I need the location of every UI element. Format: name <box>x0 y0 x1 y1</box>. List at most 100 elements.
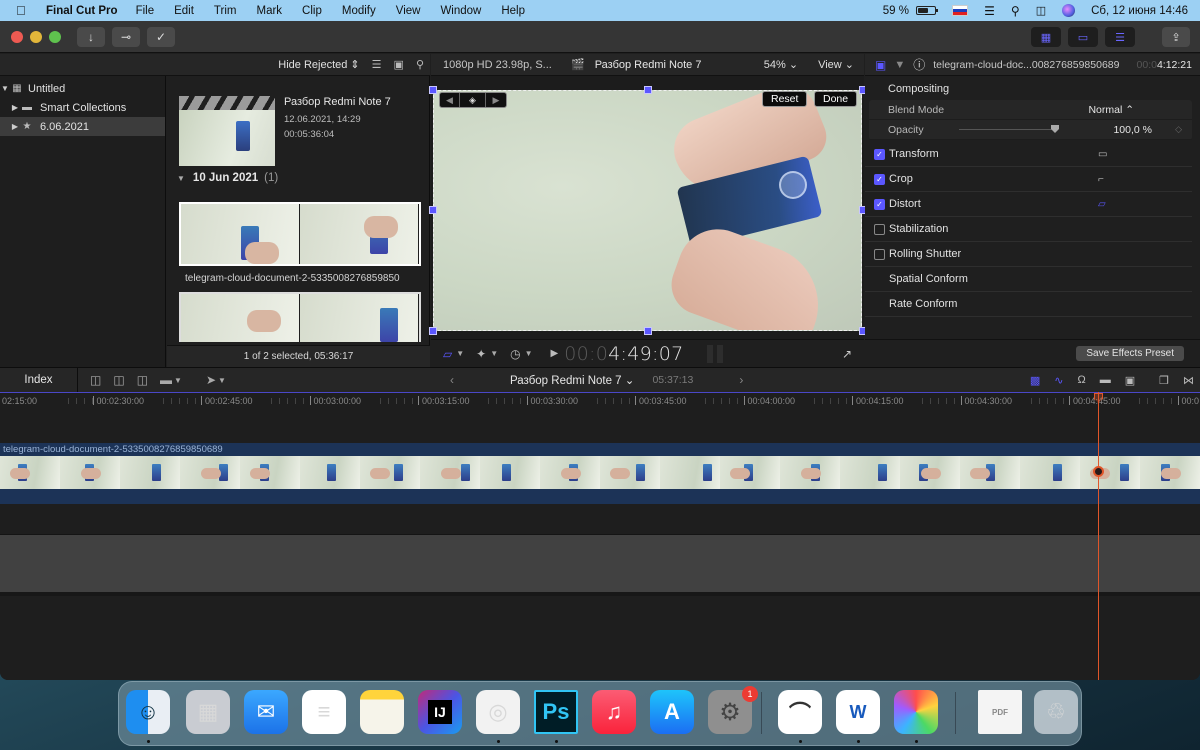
select-tool-arrow-icon[interactable]: ➤ <box>206 373 216 387</box>
dock-trash-icon[interactable]: ♲ <box>1034 690 1078 734</box>
background-tasks-button[interactable]: ✓ <box>147 26 175 47</box>
distort-icon[interactable]: ▱ <box>1098 199 1106 210</box>
dock-photoshop-icon[interactable]: Ps <box>534 690 578 734</box>
index-button[interactable]: Index <box>0 367 78 393</box>
dock-notes-icon[interactable] <box>360 690 404 734</box>
add-keyframe-button[interactable]: ◈ <box>460 93 486 107</box>
video-inspector-icon[interactable]: ▣ <box>875 58 886 72</box>
effect-checkbox[interactable]: ✓ <box>874 148 885 160</box>
effect-checkbox[interactable]: ✓ <box>874 198 885 210</box>
chevron-down-icon[interactable]: ▼ <box>174 376 182 385</box>
crop-handle-bottom[interactable] <box>644 327 652 335</box>
effect-row-crop[interactable]: ✓ Crop ⌐ <box>865 167 1192 192</box>
play-icon[interactable]: ▶ <box>551 348 559 359</box>
show-inspector-button[interactable]: ☰ <box>1105 27 1135 47</box>
crop-icon[interactable]: ⌐ <box>1098 174 1104 185</box>
event-6-06-2021[interactable]: ▶ ★ 6.06.2021 <box>0 117 165 136</box>
siri-icon[interactable] <box>1062 4 1076 17</box>
timeline-index-window-icon[interactable]: ❐ <box>1159 374 1169 387</box>
project-format[interactable]: 1080p HD 23.98p, S... <box>443 59 563 71</box>
import-button[interactable]: ↓ <box>77 26 105 47</box>
show-browser-button[interactable]: ▦ <box>1031 27 1061 47</box>
dock-microsoft-word-icon[interactable]: W <box>836 690 880 734</box>
effect-row-rate-conform[interactable]: Rate Conform <box>865 292 1192 317</box>
chevron-down-icon[interactable]: ▼ <box>525 349 533 358</box>
russian-flag-input-icon[interactable] <box>952 5 969 16</box>
insert-clip-icon[interactable]: ◫ <box>113 373 124 387</box>
menubar-clock[interactable]: Сб, 12 июня 14:46 <box>1091 5 1188 17</box>
effect-row-transform[interactable]: ✓ Transform ▭ <box>865 142 1192 167</box>
menu-view[interactable]: View <box>396 5 421 17</box>
close-window-button[interactable] <box>11 30 23 43</box>
solo-headphones-icon[interactable]: Ω <box>1077 374 1085 386</box>
show-timeline-button[interactable]: ▭ <box>1068 27 1098 47</box>
crop-handle-top[interactable] <box>644 86 652 94</box>
dock-app-store-icon[interactable]: A <box>650 690 694 734</box>
apple-icon[interactable]:  <box>16 3 32 18</box>
timeline-area[interactable]: telegram-cloud-document-2-53350082768598… <box>0 410 1200 680</box>
video-skimming-icon[interactable]: ▩ <box>1030 374 1040 387</box>
zoom-popup[interactable]: 54% ⌄ <box>764 58 798 71</box>
crop-handle-tl[interactable] <box>429 86 437 94</box>
retime-speedometer-icon[interactable]: ◷ <box>510 347 520 361</box>
dock-launchpad-icon[interactable]: ▦ <box>186 690 230 734</box>
smart-collections[interactable]: ▶ ▬ Smart Collections <box>0 98 165 117</box>
control-center-icon[interactable]: ◫ <box>1036 4 1046 17</box>
transform-icon[interactable]: ▭ <box>1098 149 1107 160</box>
dock-final-cut-pro-icon[interactable] <box>894 690 938 734</box>
filmstrip-view-icon[interactable]: ▣ <box>394 58 404 71</box>
forward-chevron-icon[interactable]: › <box>739 373 743 387</box>
next-keyframe-button[interactable]: ▶ <box>486 93 506 107</box>
dock-google-chrome-icon[interactable]: ◎ <box>476 690 520 734</box>
keyframe-diamond-icon[interactable]: ◇ <box>1175 124 1182 135</box>
effect-row-spatial-conform[interactable]: Spatial Conform <box>865 267 1192 292</box>
snapping-icon[interactable]: ▬ <box>1100 374 1111 386</box>
audio-skimming-icon[interactable]: ∿ <box>1054 374 1063 387</box>
fullscreen-icon[interactable]: ↗ <box>842 347 852 361</box>
menu-help[interactable]: Help <box>501 5 525 17</box>
clip-appearance-icon[interactable]: ☰ <box>372 58 382 71</box>
crop-handle-bl[interactable] <box>429 327 437 335</box>
disclosure-closed-icon[interactable]: ▶ <box>10 103 20 112</box>
dock-system-information-icon[interactable]: ⌒ <box>778 690 822 734</box>
date-group-header[interactable]: ▼ 10 Jun 2021 (1) <box>177 172 278 184</box>
playhead[interactable] <box>1098 392 1099 680</box>
search-icon[interactable]: ⚲ <box>416 58 424 71</box>
effect-row-stabilization[interactable]: Stabilization <box>865 217 1192 242</box>
wifi-icon[interactable]: ☰ <box>984 4 995 18</box>
effect-row-rolling-shutter[interactable]: Rolling Shutter <box>865 242 1192 267</box>
timeline-ruler[interactable]: 02:15:00 00:02:30:00 00:02:45:00 00:03:00:0… <box>0 392 1200 410</box>
dock-pdf-document-icon[interactable]: PDF <box>978 690 1022 734</box>
done-button[interactable]: Done <box>814 91 858 107</box>
effect-checkbox[interactable] <box>874 223 885 235</box>
minimize-window-button[interactable] <box>30 30 42 43</box>
disclosure-closed-icon[interactable]: ▶ <box>10 122 20 131</box>
timeline-project-popup[interactable]: Разбор Redmi Note 7 ⌄ <box>510 373 634 387</box>
chevron-down-icon[interactable]: ▼ <box>490 349 498 358</box>
chevron-down-icon[interactable]: ▼ <box>456 349 464 358</box>
dock-reminders-icon[interactable]: ≡ <box>302 690 346 734</box>
share-button[interactable]: ⇪ <box>1162 27 1190 47</box>
connect-clip-icon[interactable]: ◫ <box>90 373 101 387</box>
disclosure-open-icon[interactable]: ▼ <box>0 84 10 93</box>
keywords-button[interactable]: ⊸ <box>112 26 140 47</box>
clip-filmstrip-selected[interactable] <box>179 202 421 266</box>
compositing-section[interactable]: Compositing <box>865 78 1200 100</box>
menu-modify[interactable]: Modify <box>342 5 376 17</box>
transitions-browser-icon[interactable]: ⋈ <box>1183 374 1194 387</box>
overwrite-clip-icon[interactable]: ▬ <box>160 373 172 387</box>
clip-filmstrip[interactable] <box>179 292 421 342</box>
dock-intellij-idea-icon[interactable]: IJ <box>418 690 462 734</box>
project-thumbnail[interactable] <box>179 96 275 166</box>
menu-mark[interactable]: Mark <box>256 5 282 17</box>
menu-trim[interactable]: Trim <box>214 5 237 17</box>
menu-file[interactable]: File <box>136 5 155 17</box>
timeline-clip[interactable]: telegram-cloud-document-2-53350082768598… <box>0 443 1200 504</box>
save-effects-preset-button[interactable]: Save Effects Preset <box>1076 346 1184 361</box>
crop-handle-left[interactable] <box>429 206 437 214</box>
transform-tool-icon[interactable]: ▱ <box>443 347 452 361</box>
effect-row-distort[interactable]: ✓ Distort ▱ <box>865 192 1192 217</box>
reset-button[interactable]: Reset <box>762 91 808 107</box>
opacity-slider[interactable] <box>959 125 1059 133</box>
chevron-down-icon[interactable]: ▼ <box>218 376 226 385</box>
